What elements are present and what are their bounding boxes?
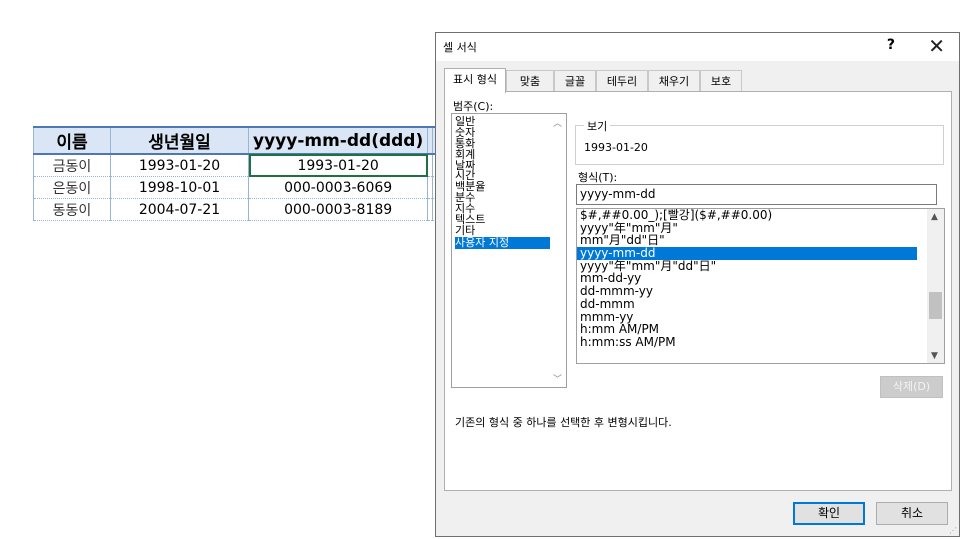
dialog-title: 셀 서식 <box>443 41 477 54</box>
format-item[interactable]: dd-mmm <box>577 298 917 311</box>
header-cell-birthdate[interactable]: 생년월일 <box>110 126 249 155</box>
sample-value: 1993-01-20 <box>584 141 648 154</box>
tab-font[interactable]: 글꼴 <box>554 70 596 91</box>
table-row: 금동이 1993-01-20 1993-01-20 <box>33 153 439 177</box>
tab-protection[interactable]: 보호 <box>700 70 742 91</box>
format-item[interactable]: h:mm AM/PM <box>577 323 917 336</box>
tab-border[interactable]: 테두리 <box>596 70 648 91</box>
worksheet-table: 이름 생년월일 yyyy-mm-dd(ddd) 금동이 1993-01-20 1… <box>33 126 439 221</box>
delete-button[interactable]: 삭제(D) <box>880 376 943 398</box>
tab-alignment[interactable]: 맞춤 <box>506 70 554 91</box>
scroll-up-icon[interactable]: ︿ <box>553 116 562 129</box>
cell-name[interactable]: 은동이 <box>33 176 111 199</box>
scroll-down-icon[interactable]: ▼ <box>931 351 938 361</box>
table-row: 은동이 1998-10-01 000-0003-6069 <box>33 176 439 199</box>
tab-fill[interactable]: 채우기 <box>648 70 700 91</box>
cell-formatted[interactable]: 000-0003-8189 <box>247 198 429 221</box>
resize-grip-icon[interactable]: ⋰ <box>949 526 957 535</box>
format-list[interactable]: $#,##0.00_);[빨강]($#,##0.00) yyyy"年"mm"月"… <box>576 208 945 364</box>
dialog-titlebar[interactable]: 셀 서식 ? ✕ <box>436 33 959 61</box>
active-cell[interactable]: 1993-01-20 <box>247 153 429 177</box>
format-list-scrollbar[interactable]: ▲ ▼ <box>927 209 944 363</box>
ok-button[interactable]: 확인 <box>793 502 865 525</box>
scroll-down-icon[interactable]: ﹀ <box>553 372 562 385</box>
cell-name[interactable]: 동동이 <box>33 198 111 221</box>
category-label: 범주(C): <box>453 100 494 113</box>
category-item-custom[interactable]: 사용자 지정 <box>455 236 550 249</box>
help-button[interactable]: ? <box>887 37 895 53</box>
format-item[interactable]: dd-mmm-yy <box>577 285 917 298</box>
close-button[interactable]: ✕ <box>928 34 945 58</box>
scrollbar-thumb[interactable] <box>929 292 942 319</box>
table-row: 동동이 2004-07-21 000-0003-8189 <box>33 198 439 221</box>
format-description: 기존의 형식 중 하나를 선택한 후 변형시킵니다. <box>455 416 672 429</box>
cell-name[interactable]: 금동이 <box>33 153 111 177</box>
sample-box: 1993-01-20 <box>575 125 944 165</box>
header-row: 이름 생년월일 yyyy-mm-dd(ddd) <box>33 126 439 155</box>
category-items: 일반 숫자 통화 회계 날짜 시간 백분율 분수 지수 텍스트 기타 사용자 지… <box>455 116 550 249</box>
type-label: 형식(T): <box>578 171 618 184</box>
format-item-selected[interactable]: yyyy-mm-dd <box>577 247 917 260</box>
scroll-up-icon[interactable]: ▲ <box>931 212 938 222</box>
cell-formatted[interactable]: 000-0003-6069 <box>247 176 429 199</box>
cell-birthdate[interactable]: 2004-07-21 <box>110 198 249 221</box>
cell-birthdate[interactable]: 1998-10-01 <box>110 176 249 199</box>
format-cells-dialog: 셀 서식 ? ✕ 표시 형식 맞춤 글꼴 테두리 채우기 보호 범주(C): 일… <box>435 32 960 537</box>
category-list[interactable]: 일반 숫자 통화 회계 날짜 시간 백분율 분수 지수 텍스트 기타 사용자 지… <box>451 113 567 388</box>
sample-label: 보기 <box>584 118 611 134</box>
header-cell-name[interactable]: 이름 <box>33 126 111 155</box>
type-input[interactable]: yyyy-mm-dd <box>576 184 937 205</box>
number-tab-panel: 범주(C): 일반 숫자 통화 회계 날짜 시간 백분율 분수 지수 텍스트 기… <box>444 91 952 491</box>
tab-number[interactable]: 표시 형식 <box>444 68 506 93</box>
cell-birthdate[interactable]: 1993-01-20 <box>110 153 249 177</box>
format-item[interactable]: h:mm:ss AM/PM <box>577 336 917 349</box>
cancel-button[interactable]: 취소 <box>876 502 948 525</box>
format-item[interactable]: $#,##0.00_);[빨강]($#,##0.00) <box>577 209 917 222</box>
header-cell-format[interactable]: yyyy-mm-dd(ddd) <box>247 126 429 155</box>
